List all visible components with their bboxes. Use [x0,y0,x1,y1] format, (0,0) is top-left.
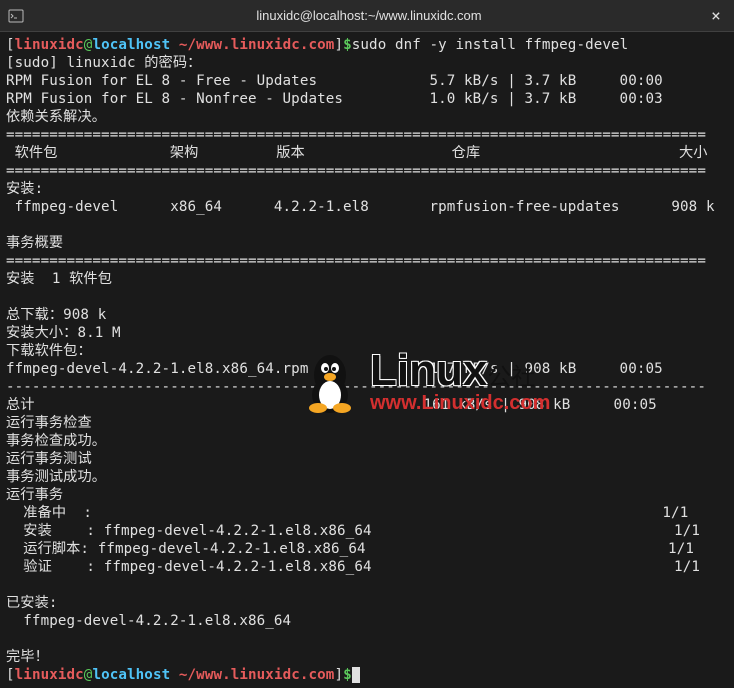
output-line: RPM Fusion for EL 8 - Free - Updates 5.7… [6,73,663,89]
window-title: linuxidc@localhost:~/www.linuxidc.com [32,8,706,23]
output-line: 下载软件包： [6,343,92,359]
command-text: sudo dnf -y install ffmpeg-devel [352,37,629,53]
close-button[interactable]: × [706,6,726,26]
output-line: ffmpeg-devel-4.2.2-1.el8.x86_64.rpm 177 … [6,361,663,377]
cursor [352,667,360,683]
prompt-line-2: [linuxidc@localhost ~/www.linuxidc.com]$ [6,667,352,683]
output-line: 总计 161 kB/s | 908 kB 00:05 [6,397,657,413]
output-line: [sudo] linuxidc 的密码： [6,55,201,71]
output-line: 完毕！ [6,649,49,665]
divider-line: ========================================… [6,253,706,269]
output-line: 事务检查成功。 [6,433,106,449]
output-line: 运行事务测试 [6,451,92,467]
prompt-line-1: [linuxidc@localhost ~/www.linuxidc.com]$ [6,37,352,53]
divider-line: ========================================… [6,163,706,179]
package-row: ffmpeg-devel x86_64 4.2.2-1.el8 rpmfusio… [6,199,715,215]
table-header: 软件包 架构 版本 仓库 大小 [6,145,708,161]
output-line: 运行事务检查 [6,415,92,431]
output-line: 总下载：908 k [6,307,106,323]
output-line: 准备中 : 1/1 [6,505,688,521]
section-header: 安装: [6,181,43,197]
section-header: 已安装: [6,595,58,611]
output-line: 事务测试成功。 [6,469,106,485]
section-header: 事务概要 [6,235,63,251]
output-line: 安装 : ffmpeg-devel-4.2.2-1.el8.x86_64 1/1 [6,523,700,539]
output-line: RPM Fusion for EL 8 - Nonfree - Updates … [6,91,663,107]
terminal-output[interactable]: [linuxidc@localhost ~/www.linuxidc.com]$… [0,32,734,688]
output-line: 安装大小：8.1 M [6,325,121,341]
divider-line: ========================================… [6,127,706,143]
output-line: 运行脚本: ffmpeg-devel-4.2.2-1.el8.x86_64 1/… [6,541,694,557]
divider-line: ----------------------------------------… [6,379,706,395]
output-line: 验证 : ffmpeg-devel-4.2.2-1.el8.x86_64 1/1 [6,559,700,575]
output-line: 依赖关系解决。 [6,109,106,125]
terminal-icon [8,8,24,24]
titlebar: linuxidc@localhost:~/www.linuxidc.com × [0,0,734,32]
output-line: 运行事务 [6,487,63,503]
output-line: 安装 1 软件包 [6,271,112,287]
output-line: ffmpeg-devel-4.2.2-1.el8.x86_64 [6,613,291,629]
